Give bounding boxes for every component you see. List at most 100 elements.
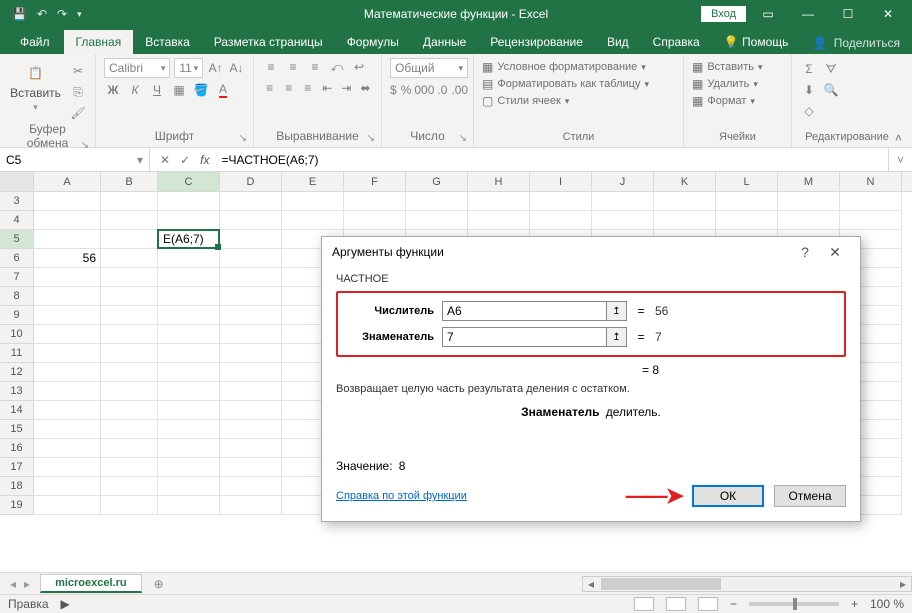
cell-C19[interactable] xyxy=(158,496,220,515)
cell-D11[interactable] xyxy=(220,344,282,363)
cell-J4[interactable] xyxy=(592,211,654,230)
cell-C15[interactable] xyxy=(158,420,220,439)
format-painter-icon[interactable]: 🖌 xyxy=(69,104,87,122)
row-header-8[interactable]: 8 xyxy=(0,287,34,306)
clipboard-launcher-icon[interactable]: ↘ xyxy=(81,140,89,151)
cell-I4[interactable] xyxy=(530,211,592,230)
sheet-nav-prev-icon[interactable]: ◂ xyxy=(10,577,16,591)
cell-C12[interactable] xyxy=(158,363,220,382)
cell-G4[interactable] xyxy=(406,211,468,230)
tab-formulas[interactable]: Формулы xyxy=(335,30,411,54)
cell-E3[interactable] xyxy=(282,192,344,211)
cell-C5[interactable] xyxy=(158,230,220,249)
col-header-M[interactable]: M xyxy=(778,172,840,191)
tab-data[interactable]: Данные xyxy=(411,30,478,54)
cell-F4[interactable] xyxy=(344,211,406,230)
arg-1-range-picker-icon[interactable]: ↥ xyxy=(607,301,627,321)
cell-A3[interactable] xyxy=(34,192,101,211)
cell-A10[interactable] xyxy=(34,325,101,344)
cell-D19[interactable] xyxy=(220,496,282,515)
font-launcher-icon[interactable]: ↘ xyxy=(239,133,247,144)
share-button[interactable]: 👤Поделиться xyxy=(801,32,912,54)
qat-dropdown-icon[interactable]: ▾ xyxy=(77,9,82,20)
cell-C4[interactable] xyxy=(158,211,220,230)
zoom-out-icon[interactable]: − xyxy=(730,597,737,611)
col-header-N[interactable]: N xyxy=(840,172,902,191)
cell-C18[interactable] xyxy=(158,477,220,496)
cell-styles-button[interactable]: ▢Стили ячеек▾ xyxy=(482,94,649,108)
arg-2-input[interactable] xyxy=(442,327,607,347)
border-icon[interactable]: ▦ xyxy=(170,81,188,99)
cell-K4[interactable] xyxy=(654,211,716,230)
underline-icon[interactable]: Ч xyxy=(148,81,166,99)
tab-tellme[interactable]: 💡 Помощь xyxy=(712,30,801,54)
cell-B15[interactable] xyxy=(101,420,158,439)
cell-B19[interactable] xyxy=(101,496,158,515)
cell-D13[interactable] xyxy=(220,382,282,401)
cell-L4[interactable] xyxy=(716,211,778,230)
col-header-G[interactable]: G xyxy=(406,172,468,191)
cancel-button[interactable]: Отмена xyxy=(774,485,846,507)
tab-insert[interactable]: Вставка xyxy=(133,30,202,54)
tab-view[interactable]: Вид xyxy=(595,30,641,54)
cell-A17[interactable] xyxy=(34,458,101,477)
col-header-H[interactable]: H xyxy=(468,172,530,191)
cell-B17[interactable] xyxy=(101,458,158,477)
maximize-icon[interactable]: ☐ xyxy=(830,0,866,28)
minimize-icon[interactable]: ― xyxy=(790,0,826,28)
cell-D4[interactable] xyxy=(220,211,282,230)
number-launcher-icon[interactable]: ↘ xyxy=(459,133,467,144)
dec-decimal-icon[interactable]: .00 xyxy=(451,81,468,99)
col-header-B[interactable]: B xyxy=(101,172,158,191)
col-header-D[interactable]: D xyxy=(220,172,282,191)
ribbon-options-icon[interactable]: ▭ xyxy=(750,0,786,28)
inc-decimal-icon[interactable]: .0 xyxy=(437,81,447,99)
font-color-icon[interactable]: A xyxy=(214,81,232,99)
row-header-5[interactable]: 5 xyxy=(0,230,34,249)
cell-C8[interactable] xyxy=(158,287,220,306)
cell-D16[interactable] xyxy=(220,439,282,458)
merge-icon[interactable]: ⬌ xyxy=(358,79,373,97)
align-top-icon[interactable]: ≡ xyxy=(262,58,280,76)
cancel-formula-icon[interactable]: ✕ xyxy=(160,153,170,167)
row-header-17[interactable]: 17 xyxy=(0,458,34,477)
align-bottom-icon[interactable]: ≡ xyxy=(306,58,324,76)
zoom-value[interactable]: 100 % xyxy=(870,597,904,611)
enter-formula-icon[interactable]: ✓ xyxy=(180,153,190,167)
cell-D5[interactable] xyxy=(220,230,282,249)
align-right-icon[interactable]: ≡ xyxy=(300,79,315,97)
row-header-18[interactable]: 18 xyxy=(0,477,34,496)
row-header-14[interactable]: 14 xyxy=(0,401,34,420)
cell-A8[interactable] xyxy=(34,287,101,306)
col-header-L[interactable]: L xyxy=(716,172,778,191)
login-button[interactable]: Вход xyxy=(701,6,746,22)
find-icon[interactable]: 🔍 xyxy=(822,81,840,99)
col-header-C[interactable]: C xyxy=(158,172,220,191)
row-header-4[interactable]: 4 xyxy=(0,211,34,230)
cell-M4[interactable] xyxy=(778,211,840,230)
tab-help[interactable]: Справка xyxy=(641,30,712,54)
percent-icon[interactable]: % xyxy=(401,81,412,99)
cell-F3[interactable] xyxy=(344,192,406,211)
cell-C17[interactable] xyxy=(158,458,220,477)
cell-C9[interactable] xyxy=(158,306,220,325)
cut-icon[interactable]: ✂ xyxy=(69,62,87,80)
cell-I3[interactable] xyxy=(530,192,592,211)
cell-A19[interactable] xyxy=(34,496,101,515)
cell-E4[interactable] xyxy=(282,211,344,230)
tab-review[interactable]: Рецензирование xyxy=(478,30,595,54)
row-header-10[interactable]: 10 xyxy=(0,325,34,344)
align-center-icon[interactable]: ≡ xyxy=(281,79,296,97)
col-header-K[interactable]: K xyxy=(654,172,716,191)
align-middle-icon[interactable]: ≡ xyxy=(284,58,302,76)
font-name-combo[interactable]: Calibri▾ xyxy=(104,58,170,78)
name-box-input[interactable] xyxy=(0,153,131,167)
cell-A15[interactable] xyxy=(34,420,101,439)
cell-A4[interactable] xyxy=(34,211,101,230)
fill-color-icon[interactable]: 🪣 xyxy=(192,81,210,99)
arg-2-range-picker-icon[interactable]: ↥ xyxy=(607,327,627,347)
cell-D15[interactable] xyxy=(220,420,282,439)
cell-A5[interactable] xyxy=(34,230,101,249)
dialog-close-icon[interactable]: ✕ xyxy=(820,244,850,261)
copy-icon[interactable]: ⎘ xyxy=(69,83,87,101)
